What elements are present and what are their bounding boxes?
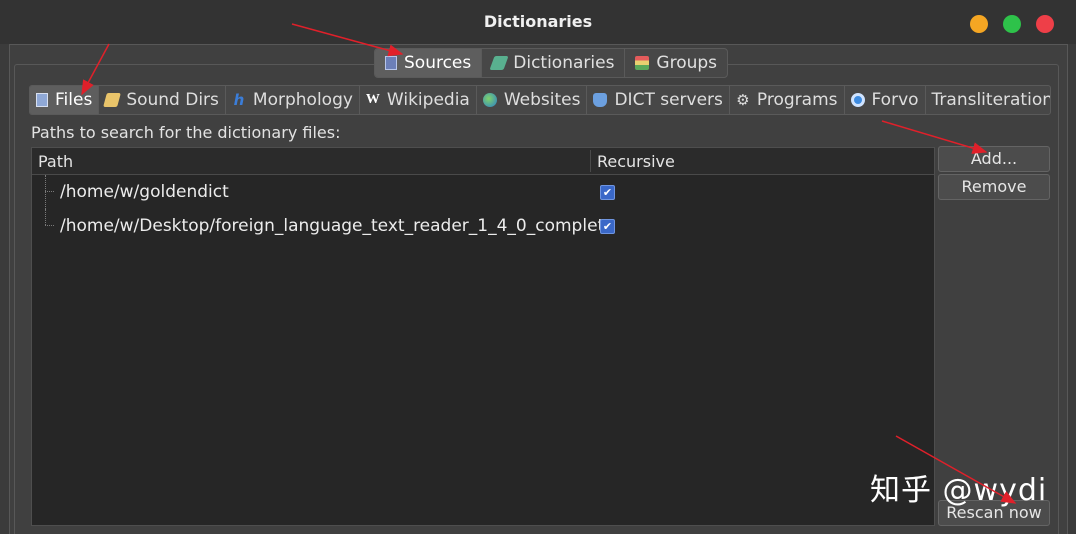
maximize-button[interactable] — [1003, 15, 1021, 33]
path-cell[interactable]: /home/w/goldendict — [60, 182, 229, 202]
tab-groups[interactable]: Groups — [625, 49, 727, 77]
paths-table[interactable]: Path Recursive /home/w/goldendict ✔ /hom… — [31, 147, 935, 526]
forvo-icon — [850, 93, 865, 107]
minimize-button[interactable] — [970, 15, 988, 33]
tab-morphology[interactable]: h Morphology — [226, 86, 360, 114]
tab-label: Programs — [756, 90, 838, 110]
watermark: 知乎 @wydi — [870, 473, 1048, 508]
table-row[interactable]: /home/w/goldendict ✔ — [32, 175, 934, 209]
tab-label: DICT servers — [614, 90, 723, 110]
recursive-checkbox[interactable]: ✔ — [600, 185, 615, 200]
tree-line — [45, 209, 46, 225]
tab-label: Dictionaries — [513, 53, 615, 73]
tab-dictionaries[interactable]: Dictionaries — [482, 49, 626, 77]
folder-icon — [103, 93, 122, 107]
title-bar: Dictionaries — [0, 0, 1076, 44]
tab-label: Forvo — [871, 90, 919, 110]
tree-branch — [45, 225, 54, 226]
tab-label: Websites — [503, 90, 581, 110]
tab-label: Wikipedia — [386, 90, 470, 110]
column-header-path[interactable]: Path — [38, 152, 73, 171]
tab-label: Sound Dirs — [126, 90, 219, 110]
tab-websites[interactable]: Websites — [477, 86, 588, 114]
gear-icon: ⚙ — [736, 91, 750, 109]
table-header: Path Recursive — [32, 148, 934, 175]
morphology-icon: h — [233, 91, 245, 109]
close-button[interactable] — [1036, 15, 1054, 33]
globe-icon — [482, 93, 497, 107]
window-title: Dictionaries — [483, 12, 593, 31]
server-icon — [593, 93, 608, 107]
tab-wikipedia[interactable]: W Wikipedia — [360, 86, 477, 114]
tab-dict-servers[interactable]: DICT servers — [587, 86, 730, 114]
wikipedia-icon: W — [365, 92, 380, 107]
book-icon — [489, 56, 509, 70]
remove-button[interactable]: Remove — [938, 174, 1050, 200]
recursive-checkbox[interactable]: ✔ — [600, 219, 615, 234]
paths-label: Paths to search for the dictionary files… — [31, 123, 341, 142]
path-cell[interactable]: /home/w/Desktop/foreign_language_text_re… — [60, 216, 615, 236]
tree-line — [45, 175, 46, 209]
files-icon — [36, 93, 48, 107]
tab-programs[interactable]: ⚙ Programs — [730, 86, 845, 114]
tab-label: Files — [55, 90, 93, 110]
tab-sound-dirs[interactable]: Sound Dirs — [99, 86, 226, 114]
tab-forvo[interactable]: Forvo — [845, 86, 926, 114]
sources-icon — [385, 56, 397, 70]
tab-sources[interactable]: Sources — [375, 49, 483, 77]
add-button[interactable]: Add... — [938, 146, 1050, 172]
tab-transliteration[interactable]: Transliteration — [926, 86, 1051, 114]
groups-icon — [635, 56, 650, 70]
tab-label: Transliteration — [931, 90, 1051, 110]
tab-label: Groups — [656, 53, 718, 73]
tree-branch — [45, 191, 54, 192]
table-row[interactable]: /home/w/Desktop/foreign_language_text_re… — [32, 209, 934, 243]
tab-files[interactable]: Files — [30, 86, 100, 114]
tab-label: Sources — [404, 53, 472, 73]
column-separator[interactable] — [590, 150, 591, 172]
top-tab-bar: Sources Dictionaries Groups — [374, 48, 729, 78]
tab-label: Morphology — [252, 90, 353, 110]
column-header-recursive[interactable]: Recursive — [597, 152, 675, 171]
source-tab-bar: Files Sound Dirs h Morphology W Wikipedi… — [29, 85, 1051, 115]
